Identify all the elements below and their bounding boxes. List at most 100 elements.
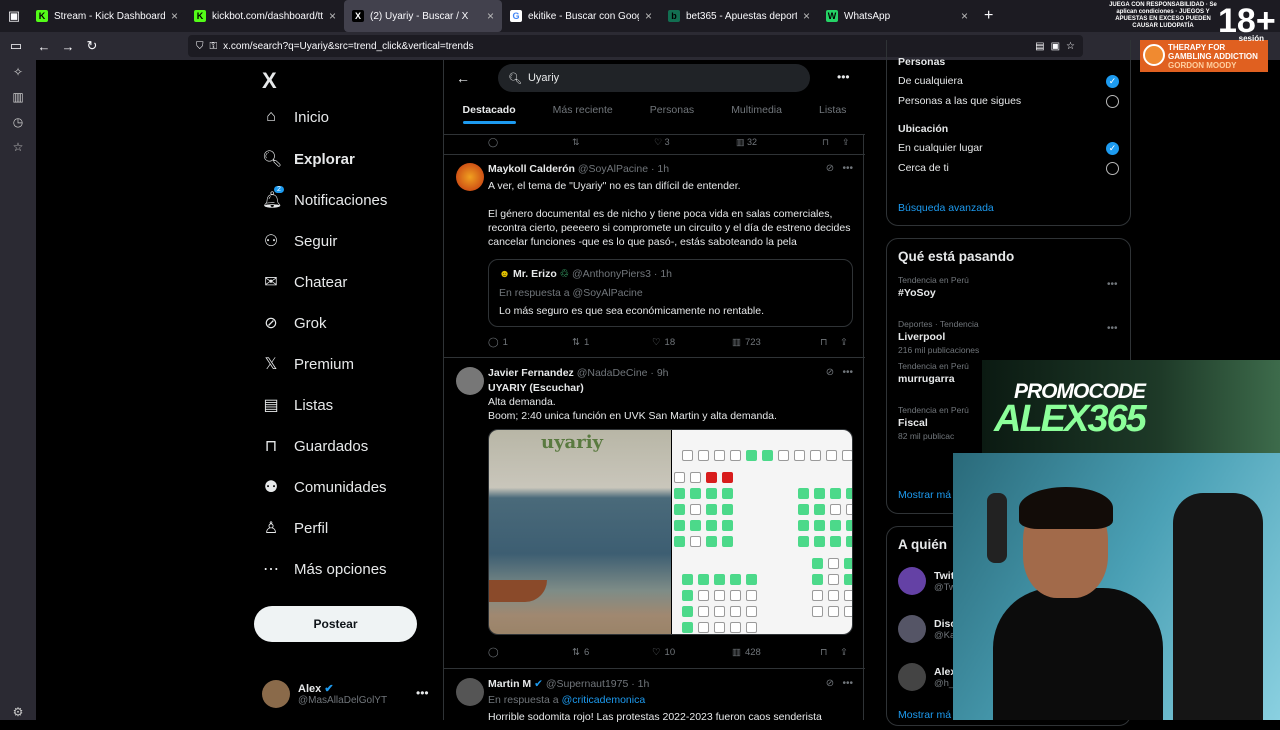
browser-tab[interactable]: W WhatsApp × xyxy=(818,0,976,32)
advanced-search-link[interactable]: Búsqueda avanzada xyxy=(898,202,994,214)
nav-item-follow[interactable]: ⚇ Seguir xyxy=(262,231,338,251)
search-input[interactable] xyxy=(527,72,788,84)
close-icon[interactable]: × xyxy=(803,9,810,23)
repost-icon[interactable]: ⇅ xyxy=(572,137,580,148)
tweet-menu[interactable]: ⊘ ••• xyxy=(826,163,853,174)
browser-tab[interactable]: b bet365 - Apuestas deportivas e × xyxy=(660,0,818,32)
nav-item-chat[interactable]: ✉ Chatear xyxy=(262,272,347,292)
post-button[interactable]: Postear xyxy=(254,606,417,642)
search-tab[interactable]: Destacado xyxy=(462,104,516,124)
bookmark-icon[interactable]: ⊓ xyxy=(822,137,829,148)
radio-following[interactable] xyxy=(1106,95,1119,108)
author-name[interactable]: Maykoll Calderón xyxy=(488,163,575,175)
more-icon[interactable]: ••• xyxy=(416,686,429,700)
browser-tab[interactable]: Gekitike - Buscar con Google × xyxy=(502,0,660,32)
nav-item-home[interactable]: ⌂ Inicio xyxy=(262,108,329,126)
ai-icon[interactable]: ✧ xyxy=(0,60,36,85)
filter-option-near[interactable]: Cerca de ti xyxy=(898,162,949,174)
forward-icon[interactable]: → xyxy=(56,39,80,54)
quoted-tweet[interactable]: ☻ Mr. Erizo ♲ @AnthonyPiers3 · 1h En res… xyxy=(488,259,853,327)
search-tab[interactable]: Más reciente xyxy=(553,104,613,124)
tweet-media[interactable]: uyariy xyxy=(488,429,853,635)
browser-tab[interactable]: X (2) Uyariy - Buscar / X × xyxy=(344,0,502,32)
tweet[interactable]: Maykoll Calderón @SoyAlPacine · 1h ⊘ •••… xyxy=(444,155,865,358)
radio-anywhere[interactable]: ✓ xyxy=(1106,142,1119,155)
back-arrow-icon[interactable]: ← xyxy=(456,70,470,86)
share-icon[interactable]: ⇪ xyxy=(840,647,848,658)
synced-tabs-icon[interactable]: ▥ xyxy=(0,85,36,110)
nav-item-explore[interactable]: 🔍︎ Explorar xyxy=(262,149,355,169)
sidebar-toggle-icon[interactable]: ▭ xyxy=(0,38,32,54)
tweet-menu[interactable]: ⊘ ••• xyxy=(826,367,853,378)
nav-item-bookmarks[interactable]: ⊓ Guardados xyxy=(262,436,368,456)
trend-item[interactable]: Tendencia en Perú #YoSoy xyxy=(898,275,969,299)
trend-item[interactable]: Tendencia en Perú murrugarra xyxy=(898,361,969,385)
nav-item-grok[interactable]: ⊘ Grok xyxy=(262,313,326,333)
nav-item-profile[interactable]: ♙ Perfil xyxy=(262,518,328,538)
reply-button[interactable]: ◯ xyxy=(488,647,572,658)
nav-item-notifications[interactable]: 🔔︎ 2 Notificaciones xyxy=(262,186,387,210)
reply-icon[interactable]: ◯ xyxy=(488,137,498,148)
close-icon[interactable]: × xyxy=(645,9,652,23)
tweet[interactable]: Martin M ✔ @Supernaut1975 · 1h ⊘ ••• En … xyxy=(444,670,865,730)
close-icon[interactable]: × xyxy=(487,9,494,23)
author-handle[interactable]: @Supernaut1975 xyxy=(546,678,628,690)
history-icon[interactable]: ◷ xyxy=(0,110,36,135)
tweet[interactable]: Javier Fernandez @NadaDeCine · 9h ⊘ ••• … xyxy=(444,359,865,669)
bookmarks-icon[interactable]: ☆ xyxy=(0,135,36,160)
trend-item[interactable]: Deportes · Tendencia Liverpool 216 mil pub… xyxy=(898,319,979,355)
share-icon[interactable]: ⇪ xyxy=(840,337,848,348)
avatar[interactable] xyxy=(456,678,484,706)
show-more-link[interactable]: Mostrar má xyxy=(898,709,951,721)
avatar[interactable] xyxy=(456,163,484,191)
filter-option-following[interactable]: Personas a las que sigues xyxy=(898,95,1021,107)
new-tab-icon[interactable]: + xyxy=(984,7,993,25)
author-name[interactable]: Martin M xyxy=(488,678,531,690)
reply-button[interactable]: ◯ 1 xyxy=(488,337,572,348)
tweet-time[interactable]: 1h xyxy=(638,678,650,690)
tab-overview-icon[interactable]: ▣ xyxy=(0,8,28,24)
show-more-link[interactable]: Mostrar má xyxy=(898,489,951,501)
search-options-icon[interactable]: ••• xyxy=(837,70,850,84)
reply-to-link[interactable]: @criticademonica xyxy=(562,694,646,706)
filter-option-anyone[interactable]: De cualquiera xyxy=(898,75,963,87)
filter-option-anywhere[interactable]: En cualquier lugar xyxy=(898,142,983,154)
search-tab[interactable]: Personas xyxy=(650,104,694,124)
avatar[interactable] xyxy=(456,367,484,395)
close-icon[interactable]: × xyxy=(961,9,968,23)
search-tab[interactable]: Multimedia xyxy=(731,104,782,124)
nav-item-more[interactable]: ⋯ Más opciones xyxy=(262,559,387,579)
trend-item[interactable]: Tendencia en Perú Fiscal 82 mil publicac xyxy=(898,405,969,441)
nav-item-premium[interactable]: 𝕏 Premium xyxy=(262,354,354,374)
views-button[interactable]: ▥ 32 xyxy=(736,137,757,148)
repost-button[interactable]: ⇅ 1 xyxy=(572,337,652,348)
search-box[interactable]: 🔍︎ xyxy=(498,64,810,92)
radio-anyone[interactable]: ✓ xyxy=(1106,75,1119,88)
like-button[interactable]: ♡ 10 xyxy=(652,647,732,658)
settings-icon[interactable]: ⚙ xyxy=(0,700,36,725)
back-icon[interactable]: ← xyxy=(32,39,56,54)
tweet-menu[interactable]: ⊘ ••• xyxy=(826,678,853,689)
follow-suggestion[interactable]: Alex @h_ xyxy=(898,663,956,691)
author-name[interactable]: Javier Fernandez xyxy=(488,367,574,379)
trend-more-icon[interactable]: ••• xyxy=(1107,279,1118,290)
tweet-time[interactable]: 1h xyxy=(657,163,669,175)
follow-suggestion[interactable]: Disc @Ka xyxy=(898,615,956,643)
radio-near[interactable] xyxy=(1106,162,1119,175)
reload-icon[interactable]: ↻ xyxy=(80,38,104,54)
author-handle[interactable]: @SoyAlPacine xyxy=(578,163,648,175)
follow-suggestion[interactable]: Twit @Tw xyxy=(898,567,956,595)
close-icon[interactable]: × xyxy=(329,9,336,23)
account-switcher[interactable]: Alex ✔ @MasAllaDelGolYT ••• xyxy=(262,680,429,708)
trend-more-icon[interactable]: ••• xyxy=(1107,323,1118,334)
tweet-time[interactable]: 9h xyxy=(657,367,669,379)
close-icon[interactable]: × xyxy=(171,9,178,23)
views-button[interactable]: ▥ 723 xyxy=(732,337,820,348)
views-button[interactable]: ▥ 428 xyxy=(732,647,820,658)
bookmark-icon[interactable]: ⊓ xyxy=(820,337,840,348)
share-icon[interactable]: ⇪ xyxy=(842,137,850,148)
bookmark-icon[interactable]: ⊓ xyxy=(820,647,840,658)
like-button[interactable]: ♡ 18 xyxy=(652,337,732,348)
author-handle[interactable]: @NadaDeCine xyxy=(577,367,648,379)
repost-button[interactable]: ⇅ 6 xyxy=(572,647,652,658)
